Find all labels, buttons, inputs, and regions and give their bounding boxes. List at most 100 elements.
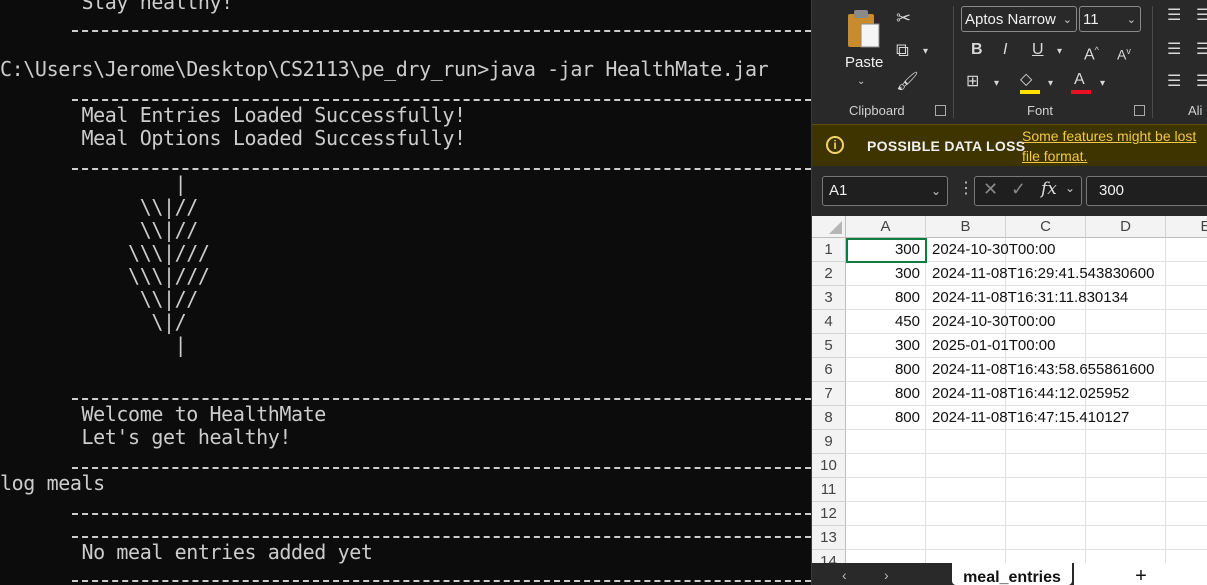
separator-line — [72, 168, 811, 170]
row-header[interactable]: 6 — [812, 358, 846, 382]
cell-a2[interactable]: 300 — [846, 262, 924, 286]
terminal-line: Meal Entries Loaded Successfully! — [0, 103, 466, 127]
cell-b2[interactable]: 2024-11-08T16:29:41.543830600 — [932, 262, 1154, 286]
terminal-window[interactable]: Stay healthy! C:\Users\Jerome\Desktop\CS… — [0, 0, 811, 585]
decrease-indent-icon[interactable]: ☰ — [1167, 74, 1181, 90]
cell-b4[interactable]: 2024-10-30T00:00 — [932, 310, 1055, 334]
cell-b7[interactable]: 2024-11-08T16:44:12.025952 — [932, 382, 1129, 406]
dialog-launcher-icon[interactable] — [935, 105, 946, 116]
font-name-value: Aptos Narrow — [965, 11, 1056, 28]
ribbon: Paste ⌄ ✂ ⧉ ▾ 🖌 Clipboard Aptos Narrow ⌄… — [812, 0, 1207, 124]
grid-line — [846, 477, 1207, 478]
cell-a3[interactable]: 800 — [846, 286, 924, 310]
cell-b8[interactable]: 2024-11-08T16:47:15.410127 — [932, 406, 1129, 430]
borders-icon[interactable]: ⊞ — [966, 74, 979, 90]
alignment-group-label: Ali — [1188, 103, 1203, 118]
insert-function-icon[interactable]: fx — [1041, 179, 1057, 199]
next-sheet-icon[interactable]: › — [884, 567, 889, 583]
row-header[interactable]: 11 — [812, 478, 846, 502]
group-divider — [953, 6, 954, 118]
paste-button[interactable]: Paste ⌄ — [838, 8, 888, 88]
ascii-art-line: \\|// — [0, 287, 199, 311]
separator-line — [72, 398, 811, 400]
fill-color-swatch — [1020, 90, 1040, 94]
cancel-icon[interactable]: ✕ — [983, 179, 998, 200]
ascii-art-line: \\\|/// — [0, 264, 210, 288]
name-box[interactable]: A1 ⌄ — [822, 176, 948, 206]
wrap-text-icon[interactable]: ☰ — [1196, 8, 1207, 24]
cell-a4[interactable]: 450 — [846, 310, 924, 334]
bold-icon[interactable]: B — [971, 42, 983, 58]
enter-icon[interactable]: ✓ — [1011, 179, 1026, 200]
chevron-down-icon[interactable]: ▾ — [1100, 76, 1105, 92]
sheet-tab-meal-entries[interactable]: meal_entries — [952, 563, 1072, 585]
terminal-line: No meal entries added yet — [0, 540, 373, 564]
font-color-icon[interactable]: A — [1074, 72, 1085, 88]
row-header[interactable]: 13 — [812, 526, 846, 550]
row-header[interactable]: 9 — [812, 430, 846, 454]
grid-line — [846, 453, 1207, 454]
chevron-down-icon[interactable]: ▾ — [923, 44, 928, 60]
row-header[interactable]: 2 — [812, 262, 846, 286]
orientation-icon[interactable]: ☰ — [1196, 42, 1207, 58]
copy-icon[interactable]: ⧉ — [896, 41, 909, 59]
align-left-icon[interactable]: ☰ — [1167, 42, 1181, 58]
grid-line — [846, 525, 1207, 526]
chevron-down-icon[interactable]: ▾ — [1057, 44, 1062, 60]
increase-font-icon[interactable]: A^ — [1084, 42, 1099, 63]
message-title: POSSIBLE DATA LOSS — [867, 138, 1026, 154]
fill-color-icon[interactable]: ◇ — [1020, 72, 1032, 88]
column-header-a[interactable]: A — [846, 216, 926, 238]
message-link[interactable]: file format. — [1022, 148, 1087, 164]
row-header[interactable]: 5 — [812, 334, 846, 358]
italic-icon[interactable]: I — [1003, 42, 1007, 58]
cell-b6[interactable]: 2024-11-08T16:43:58.655861600 — [932, 358, 1154, 382]
cell-b3[interactable]: 2024-11-08T16:31:11.830134 — [932, 286, 1128, 310]
selected-cell-outline — [846, 238, 927, 263]
ascii-art-line: \\|// — [0, 195, 199, 219]
format-painter-icon[interactable]: 🖌 — [896, 72, 919, 90]
spreadsheet-grid[interactable]: A B C D E 1 2 3 4 5 6 7 8 9 10 11 12 13 … — [812, 216, 1207, 585]
cell-a7[interactable]: 800 — [846, 382, 924, 406]
font-name-select[interactable]: Aptos Narrow ⌄ — [961, 6, 1077, 32]
clipboard-group-label: Clipboard — [849, 103, 905, 118]
column-header-b[interactable]: B — [926, 216, 1006, 238]
chevron-down-icon[interactable]: ▾ — [994, 76, 999, 92]
select-all-button[interactable] — [812, 216, 846, 238]
row-header[interactable]: 1 — [812, 238, 846, 262]
previous-sheet-icon[interactable]: ‹ — [842, 567, 847, 583]
cell-a8[interactable]: 800 — [846, 406, 924, 430]
cell-a5[interactable]: 300 — [846, 334, 924, 358]
row-header[interactable]: 4 — [812, 310, 846, 334]
column-header-d[interactable]: D — [1086, 216, 1166, 238]
column-header-c[interactable]: C — [1006, 216, 1086, 238]
message-link[interactable]: Some features might be lost — [1022, 128, 1196, 144]
column-header-e[interactable]: E — [1166, 216, 1207, 238]
row-header[interactable]: 3 — [812, 286, 846, 310]
ascii-art-line: | — [0, 333, 187, 357]
row-header[interactable]: 10 — [812, 454, 846, 478]
underline-icon[interactable]: U — [1032, 42, 1044, 58]
row-header[interactable]: 8 — [812, 406, 846, 430]
more-options-icon[interactable]: ⋮ — [958, 178, 974, 198]
message-bar: i POSSIBLE DATA LOSS Some features might… — [812, 124, 1207, 168]
cell-a6[interactable]: 800 — [846, 358, 924, 382]
top-align-icon[interactable]: ☰ — [1167, 8, 1181, 24]
cell-b5[interactable]: 2025-01-01T00:00 — [932, 334, 1055, 358]
cell-b1[interactable]: 2024-10-30T00:00 — [932, 238, 1055, 262]
row-header[interactable]: 12 — [812, 502, 846, 526]
grid-line — [1165, 238, 1166, 585]
font-size-select[interactable]: 11 ⌄ — [1079, 6, 1141, 32]
chevron-down-icon[interactable]: ▾ — [1048, 76, 1053, 92]
add-sheet-button[interactable]: + — [1074, 563, 1207, 585]
dialog-launcher-icon[interactable] — [1134, 105, 1145, 116]
increase-indent-icon[interactable]: ☰ — [1196, 74, 1207, 90]
cut-icon[interactable]: ✂ — [896, 9, 911, 27]
chevron-down-icon[interactable]: ⌄ — [1065, 181, 1075, 195]
row-header[interactable]: 7 — [812, 382, 846, 406]
decrease-font-icon[interactable]: Av — [1117, 43, 1131, 63]
select-all-triangle — [829, 221, 842, 234]
terminal-line: Welcome to HealthMate — [0, 402, 326, 426]
terminal-command-line: log meals — [0, 471, 105, 495]
formula-input[interactable]: 300 — [1086, 176, 1207, 206]
